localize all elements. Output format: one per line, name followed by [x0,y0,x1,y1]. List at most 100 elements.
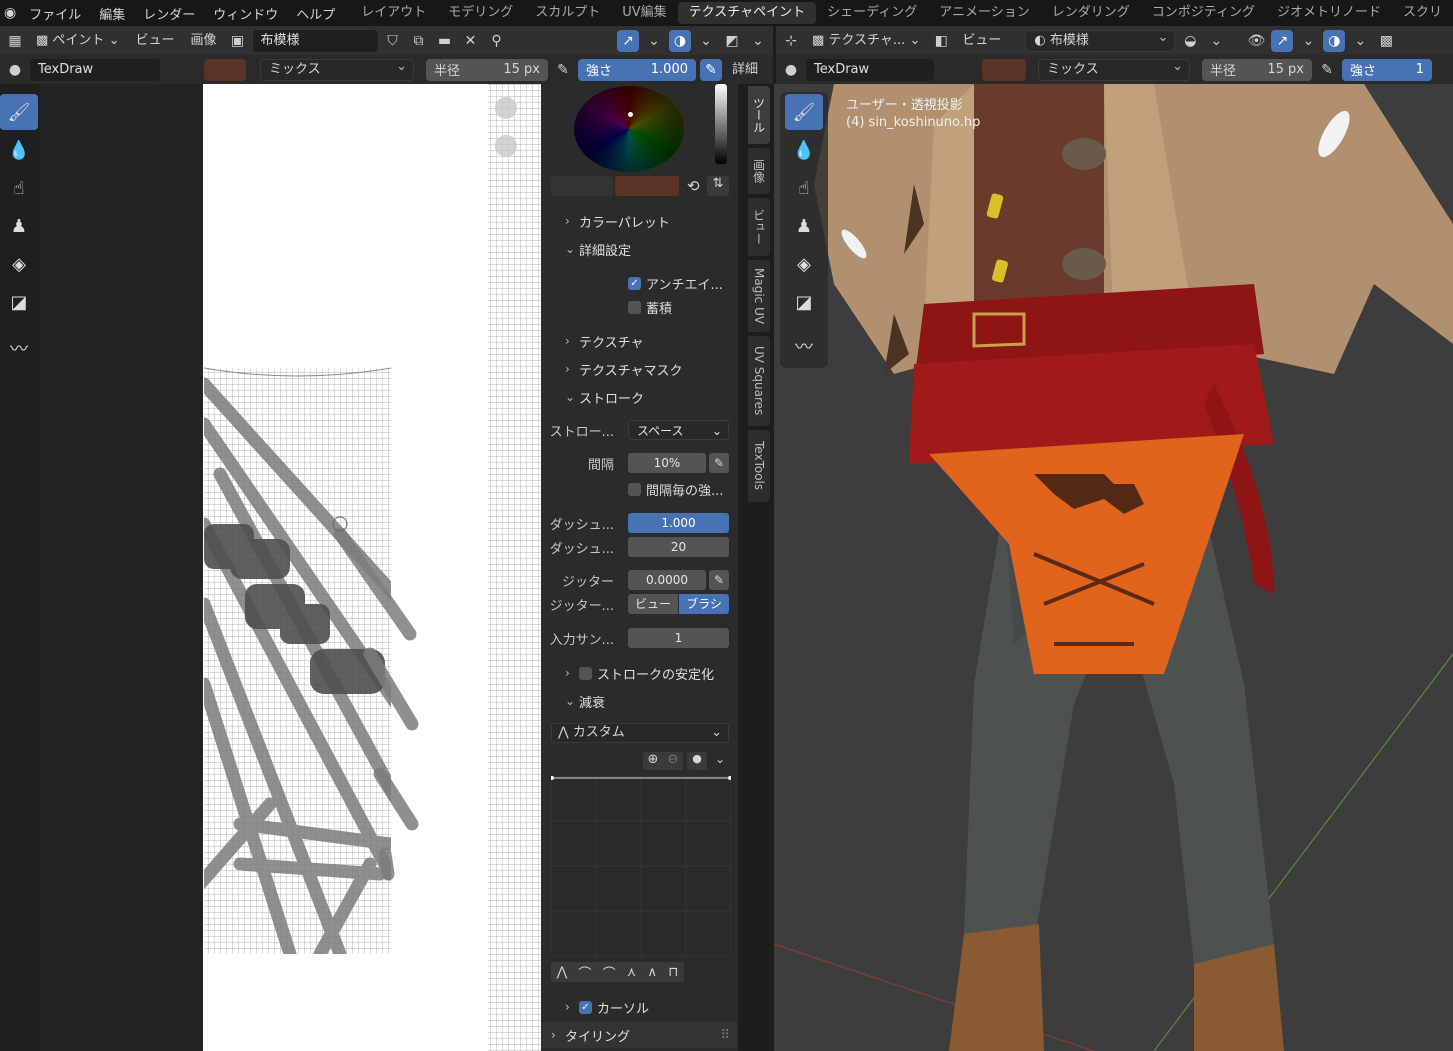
brush-color-swatch[interactable] [204,58,246,81]
smooth-curve-icon[interactable]: ⋀ [557,965,568,980]
gizmo-icon[interactable]: ↗ [1271,29,1294,52]
tab-uv-squares[interactable]: UV Squares [748,336,770,426]
tiling-header[interactable]: › タイリング ⠿ [541,1022,738,1048]
tab-modeling[interactable]: モデリング [437,2,524,24]
menu-view[interactable]: ビュー [956,30,1007,52]
jitter-field[interactable]: 0.0000 [628,570,706,590]
clone-stamp-tool-icon[interactable]: ♟ [785,208,823,244]
pressure-icon[interactable]: ✎ [709,570,729,590]
menu-file[interactable]: ファイル [20,4,90,23]
image-name-field[interactable]: 布模様 [252,29,378,52]
tab-sculpt[interactable]: スカルプト [524,2,611,24]
tab-view[interactable]: ビュー [748,198,770,256]
linear-curve-icon[interactable]: ∧ [648,965,658,980]
stroke-method-dropdown[interactable]: スペース ⌄ [628,420,729,440]
sharp-curve-icon[interactable]: ⋏ [627,965,637,980]
accumulate-checkbox[interactable]: 蓄積 [628,298,672,317]
swap-colors-icon[interactable]: ⟲ [687,177,700,195]
pin-icon[interactable]: ⚲ [486,30,508,52]
check-icon[interactable]: ✓ [579,1000,592,1014]
stroke-header[interactable]: ⌄ ストローク [541,384,738,410]
close-icon[interactable]: ✕ [460,30,482,52]
tab-scripting[interactable]: スクリ [1392,2,1453,24]
chevron-down-icon[interactable]: ⌄ [695,30,717,52]
fill-bucket-tool-icon[interactable]: ◈ [0,246,38,282]
tab-shading[interactable]: シェーディング [816,2,928,24]
editor-type-icon[interactable]: ▦ [4,30,26,52]
texture-mask-header[interactable]: › テクスチャマスク [541,356,738,382]
material-slot-dropdown[interactable]: ◐ 布模様 [1025,28,1176,52]
image-canvas-area[interactable] [40,84,541,1051]
spacing-pressure-checkbox[interactable]: 間隔毎の強... [628,480,723,499]
dash-length-field[interactable]: 20 [628,537,729,557]
editor-type-icon[interactable]: ⊹ [780,30,802,52]
color-wheel-picker-dot[interactable] [628,112,633,117]
brush-icon[interactable]: ● [4,59,26,81]
tab-texture-paint[interactable]: テクスチャペイント [677,2,817,24]
mask-tool-icon[interactable]: ◪ [0,284,38,320]
blender-logo-icon[interactable]: ◉ [0,5,20,21]
color-palette-header[interactable]: › カラーパレット [541,208,738,234]
draw-brush-tool-icon[interactable]: 🖌 [0,94,38,130]
shading-icon[interactable]: ◒ [1179,30,1201,52]
soften-tool-icon[interactable]: 💧 [0,132,38,168]
brush-color-slot-empty[interactable] [938,58,978,81]
overlay-icon[interactable]: ◑ [1323,29,1346,52]
hand-pan-icon[interactable] [495,135,517,157]
pressure-icon[interactable]: ✎ [1316,59,1338,81]
primary-color-swatch[interactable] [615,176,679,196]
zoom-in-icon[interactable]: ⊕ [643,752,663,770]
open-folder-icon[interactable]: ▬ [434,30,456,52]
sort-icon[interactable]: ⇅ [707,176,729,196]
blend-mode-dropdown[interactable]: ミックス [1038,57,1190,81]
tab-compositing[interactable]: コンポジティング [1141,2,1266,24]
mask-icon[interactable]: ◧ [930,30,952,52]
menu-window[interactable]: ウィンドウ [204,4,287,23]
smear-tool-icon[interactable]: ☝ [785,170,823,206]
secondary-color-swatch[interactable] [551,176,613,196]
advanced-header[interactable]: ⌄ 詳細設定 [541,236,738,262]
blend-mode-dropdown[interactable]: ミックス [260,57,414,81]
chevron-down-icon[interactable]: ⌄ [747,30,769,52]
stabilize-header[interactable]: › ストロークの安定化 [541,660,738,686]
viewport-scene[interactable] [774,84,1453,1051]
curve-settings-icon[interactable]: ● [687,752,707,770]
tab-layout[interactable]: レイアウト [350,2,437,24]
paint-mode-dropdown[interactable]: ▩ ペイント ⌄ [30,30,125,52]
brush-color-swatch[interactable] [982,58,1026,81]
curve-preset-buttons[interactable]: ⋀ ⌒ ⌒ ⋏ ∧ ⊓ [551,962,684,982]
zoom-out-icon[interactable]: ⊖ [663,752,683,770]
radius-field[interactable]: 半径 15 px [1202,58,1312,81]
pressure-icon[interactable]: ✎ [709,453,729,473]
tab-animation[interactable]: アニメーション [928,2,1040,24]
annotate-tool-icon[interactable]: 〰 [0,330,38,366]
menu-render[interactable]: レンダー [134,4,204,23]
value-slider[interactable] [715,84,727,164]
root-curve-icon[interactable]: ⌒ [603,963,616,982]
tab-geometry-nodes[interactable]: ジオメトリノード [1266,2,1392,24]
cursor-header[interactable]: › ✓ カーソル [541,994,738,1020]
input-samples-field[interactable]: 1 [628,628,729,648]
strength-field[interactable]: 強さ 1.000 [578,58,696,81]
pressure-icon[interactable]: ✎ [700,58,722,81]
sphere-curve-icon[interactable]: ⌒ [578,963,591,982]
strength-field[interactable]: 強さ 1 [1342,58,1432,81]
brush-name-field[interactable]: TexDraw [30,58,160,81]
pressure-icon[interactable]: ✎ [552,59,574,81]
constant-curve-icon[interactable]: ⊓ [668,965,678,980]
tab-rendering[interactable]: レンダリング [1041,2,1141,24]
jitter-brush-button[interactable]: ブラシ [679,594,729,614]
texture-image[interactable] [40,84,541,1051]
details-button[interactable]: 詳細 [726,59,764,81]
clone-stamp-tool-icon[interactable]: ♟ [0,208,38,244]
menu-view[interactable]: ビュー [129,30,180,52]
chevron-down-icon[interactable]: ⌄ [711,752,729,770]
falloff-preset-dropdown[interactable]: ⋀ カスタム ⌄ [551,723,729,743]
chevron-down-icon[interactable]: ⌄ [1297,30,1319,52]
falloff-curve-editor[interactable] [551,776,731,956]
smear-tool-icon[interactable]: ☝ [0,170,38,206]
menu-help[interactable]: ヘルプ [287,4,344,23]
tab-image[interactable]: 画像 [748,148,770,194]
draw-brush-tool-icon[interactable]: 🖌 [785,94,823,130]
visibility-icon[interactable]: 👁 [1245,30,1267,52]
